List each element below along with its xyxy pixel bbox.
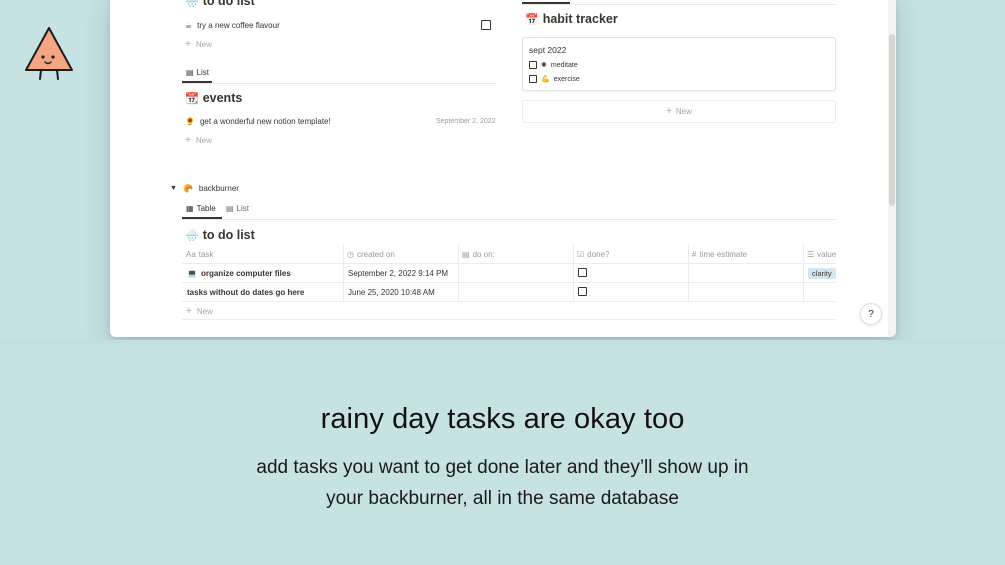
events-new-button[interactable]: + New bbox=[185, 134, 212, 146]
event-item[interactable]: 🌻 get a wonderful new notion template! bbox=[185, 117, 331, 126]
table-row-task[interactable]: tasks without do dates go here bbox=[187, 285, 304, 299]
plus-icon: + bbox=[666, 106, 672, 117]
tab-table[interactable]: ▦ Table bbox=[186, 204, 216, 213]
sunflower-icon: 🌻 bbox=[185, 117, 195, 126]
caption-body: add tasks you want to get done later and… bbox=[0, 452, 1005, 514]
habit-item[interactable]: ✺ meditate bbox=[529, 61, 578, 69]
backburner-toggle[interactable]: ▼ 🥐 backburner bbox=[170, 184, 239, 193]
habit-tracker-heading[interactable]: 📅 habit tracker bbox=[525, 12, 618, 26]
checkbox[interactable] bbox=[529, 75, 537, 83]
triangle-down-icon[interactable]: ▼ bbox=[170, 185, 177, 192]
plus-icon: + bbox=[186, 305, 192, 317]
todo-item-checkbox[interactable] bbox=[481, 20, 491, 30]
tab-list[interactable]: ▤ List bbox=[226, 204, 249, 213]
habit-card[interactable]: sept 2022 ✺ meditate 💪 exercise bbox=[522, 37, 836, 91]
event-date: September 2, 2022 bbox=[436, 118, 496, 125]
habit-new-button[interactable]: + New bbox=[522, 100, 836, 123]
checkbox[interactable] bbox=[529, 61, 537, 69]
caption-line-2: your backburner, all in the same databas… bbox=[326, 488, 679, 509]
list-icon: ▤ bbox=[226, 204, 234, 213]
table-row-task[interactable]: 💻 organize computer files bbox=[187, 266, 291, 280]
table-row-value[interactable]: clarity bbox=[808, 266, 836, 280]
column-header-time-estimate[interactable]: # time estimate bbox=[692, 244, 747, 264]
calendar-icon: 📆 bbox=[185, 92, 199, 105]
sparkle-icon: ✺ bbox=[541, 62, 547, 69]
column-header-done[interactable]: ☑ done? bbox=[577, 244, 609, 264]
table-row-created: June 25, 2020 10:48 AM bbox=[348, 287, 435, 297]
habit-item[interactable]: 💪 exercise bbox=[529, 75, 580, 83]
table-row-done-checkbox[interactable] bbox=[578, 268, 587, 277]
table-row-done-checkbox[interactable] bbox=[578, 287, 587, 296]
backburner-table-heading[interactable]: 🌧️ to do list bbox=[185, 228, 255, 242]
table-new-button[interactable]: + New bbox=[186, 305, 213, 317]
events-tab-list[interactable]: ▤ List bbox=[186, 68, 209, 77]
value-tag: clarity bbox=[808, 267, 836, 279]
umbrella-cloud-icon: 🌧️ bbox=[185, 229, 199, 242]
table-icon: ▦ bbox=[186, 204, 194, 213]
column-header-task[interactable]: Aa task bbox=[186, 244, 213, 264]
events-heading[interactable]: 📆 events bbox=[185, 91, 242, 105]
caption-title: rainy day tasks are okay too bbox=[320, 403, 685, 435]
column-header-created-on[interactable]: ◷ created on bbox=[347, 244, 395, 264]
list-icon: ▤ bbox=[186, 68, 194, 77]
caption-line-1: add tasks you want to get done later and… bbox=[256, 457, 749, 478]
coffee-icon: ☕ bbox=[185, 21, 193, 30]
croissant-icon: 🥐 bbox=[182, 184, 193, 193]
calendar-check-icon: 📅 bbox=[525, 13, 539, 26]
table-row-created: September 2, 2022 9:14 PM bbox=[348, 268, 449, 278]
backdrop-band bbox=[0, 340, 1005, 372]
habit-card-title: sept 2022 bbox=[529, 45, 567, 55]
plus-icon: + bbox=[185, 134, 191, 146]
notion-window: 🌧️ to do list ☕ try a new coffee flavour… bbox=[110, 0, 896, 337]
scrollbar-thumb[interactable] bbox=[889, 34, 895, 206]
column-header-value[interactable]: ☰ value bbox=[807, 244, 836, 264]
triangle-mascot-icon bbox=[25, 27, 73, 80]
flexed-arm-icon: 💪 bbox=[541, 76, 550, 83]
plus-icon: + bbox=[185, 38, 191, 50]
column-header-do-on[interactable]: ▤ do on: bbox=[462, 244, 495, 264]
todo-item[interactable]: ☕ try a new coffee flavour bbox=[185, 21, 280, 30]
umbrella-cloud-icon: 🌧️ bbox=[185, 0, 199, 8]
laptop-icon: 💻 bbox=[187, 268, 197, 278]
help-button[interactable]: ? bbox=[860, 303, 882, 325]
todo-list-heading[interactable]: 🌧️ to do list bbox=[185, 0, 255, 8]
todo-new-button[interactable]: + New bbox=[185, 38, 212, 50]
